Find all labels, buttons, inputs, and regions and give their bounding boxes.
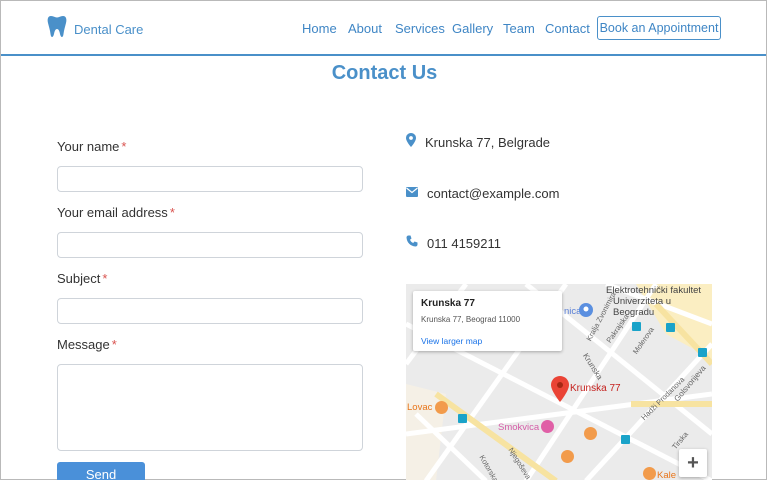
zoom-in-button[interactable]: + (679, 449, 707, 477)
restaurant-icon (584, 427, 597, 445)
map-marker-icon (406, 133, 416, 152)
transit-icon (698, 344, 707, 362)
map-info-card: Krunska 77 Krunska 77, Beograd 11000 Vie… (413, 291, 562, 351)
address-text: Krunska 77, Belgrade (425, 135, 551, 150)
transit-icon (458, 410, 467, 428)
poi-label: Elektrotehnički fakultet (606, 285, 702, 296)
name-label-text: Your name (57, 139, 120, 154)
poi-label: Kale (657, 470, 677, 480)
subject-label-text: Subject (57, 271, 101, 286)
transit-icon (632, 318, 641, 336)
nav-services[interactable]: Services (395, 21, 445, 36)
book-appointment-button[interactable]: Book an Appointment (597, 16, 721, 40)
map-card-title: Krunska 77 (421, 298, 475, 309)
subject-input[interactable] (57, 298, 363, 324)
nav-contact[interactable]: Contact (545, 21, 590, 36)
required-mark: * (169, 205, 175, 220)
restaurant-icon (435, 401, 448, 419)
poi-label: Lovac (407, 402, 433, 413)
page-title: Contact Us (331, 62, 438, 84)
transit-icon (621, 431, 630, 449)
email-row: contact@example.com (406, 184, 559, 202)
message-textarea[interactable] (57, 364, 363, 451)
brand[interactable]: Dental Care (47, 15, 143, 44)
address-row: Krunska 77, Belgrade (406, 133, 550, 152)
name-input[interactable] (57, 166, 363, 192)
subject-label: Subject * (57, 271, 107, 286)
tooth-icon (47, 15, 67, 44)
restaurant-icon (561, 450, 574, 468)
nav-gallery[interactable]: Gallery (452, 21, 493, 36)
nav-home[interactable]: Home (302, 21, 337, 36)
name-label: Your name * (57, 139, 126, 154)
poi-label: Smokvica (498, 422, 540, 433)
map-embed[interactable]: Elektrotehnički fakultet Univerziteta u … (406, 284, 712, 480)
cafe-icon (541, 420, 554, 438)
send-button[interactable]: Send (57, 462, 145, 480)
restaurant-icon (643, 467, 656, 480)
view-larger-map-link[interactable]: View larger map (421, 336, 554, 346)
email-text[interactable]: contact@example.com (427, 186, 559, 201)
nav-about[interactable]: About (348, 21, 382, 36)
email-label: Your email address * (57, 205, 175, 220)
required-mark: * (102, 271, 108, 286)
map-pin-icon (551, 376, 569, 407)
transit-icon (666, 319, 675, 337)
phone-row: 011 4159211 (406, 234, 501, 252)
brand-name: Dental Care (74, 22, 144, 37)
message-label-text: Message (57, 337, 110, 352)
phone-text: 011 4159211 (427, 235, 501, 251)
marker-label: Krunska 77 (570, 383, 621, 394)
navbar: Dental Care Home About Services Gallery … (1, 1, 766, 56)
phone-icon (406, 234, 418, 252)
message-label: Message * (57, 337, 117, 352)
nav-team[interactable]: Team (503, 21, 535, 36)
email-input[interactable] (57, 232, 363, 258)
envelope-icon (406, 184, 418, 202)
poi-blue-icon (579, 303, 593, 322)
required-mark: * (111, 337, 117, 352)
map-card-address: Krunska 77, Beograd 11000 (421, 315, 521, 324)
required-mark: * (121, 139, 127, 154)
email-label-text: Your email address (57, 205, 168, 220)
